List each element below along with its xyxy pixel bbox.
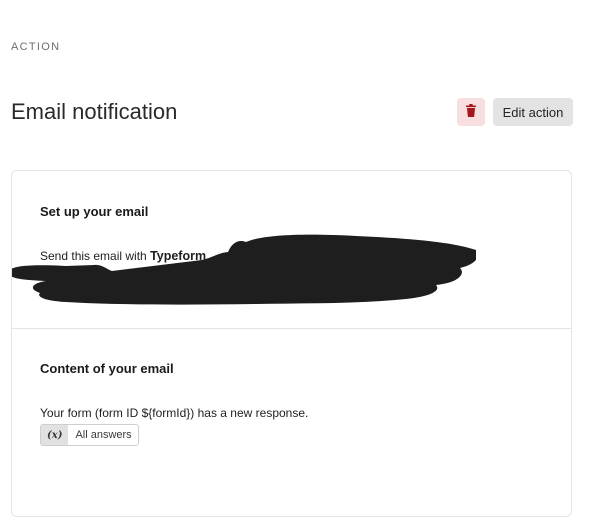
section-divider [12,328,571,329]
section-label: ACTION [11,41,61,53]
content-heading: Content of your email [40,361,174,376]
email-settings-card: Set up your email Send this email with T… [11,170,572,517]
email-body-text: Your form (form ID ${formId}) has a new … [40,406,309,420]
edit-action-button[interactable]: Edit action [493,98,573,126]
redaction-scribble [12,234,476,305]
delete-action-button[interactable] [457,98,485,126]
trash-icon [465,104,477,120]
action-detail-page: ACTION Email notification Edit action Se… [0,0,594,525]
variable-icon: (x) [41,425,69,445]
setup-heading: Set up your email [40,204,149,219]
variable-label: All answers [75,429,132,441]
all-answers-variable-chip[interactable]: (x) All answers [40,424,139,446]
page-title: Email notification [11,99,178,124]
